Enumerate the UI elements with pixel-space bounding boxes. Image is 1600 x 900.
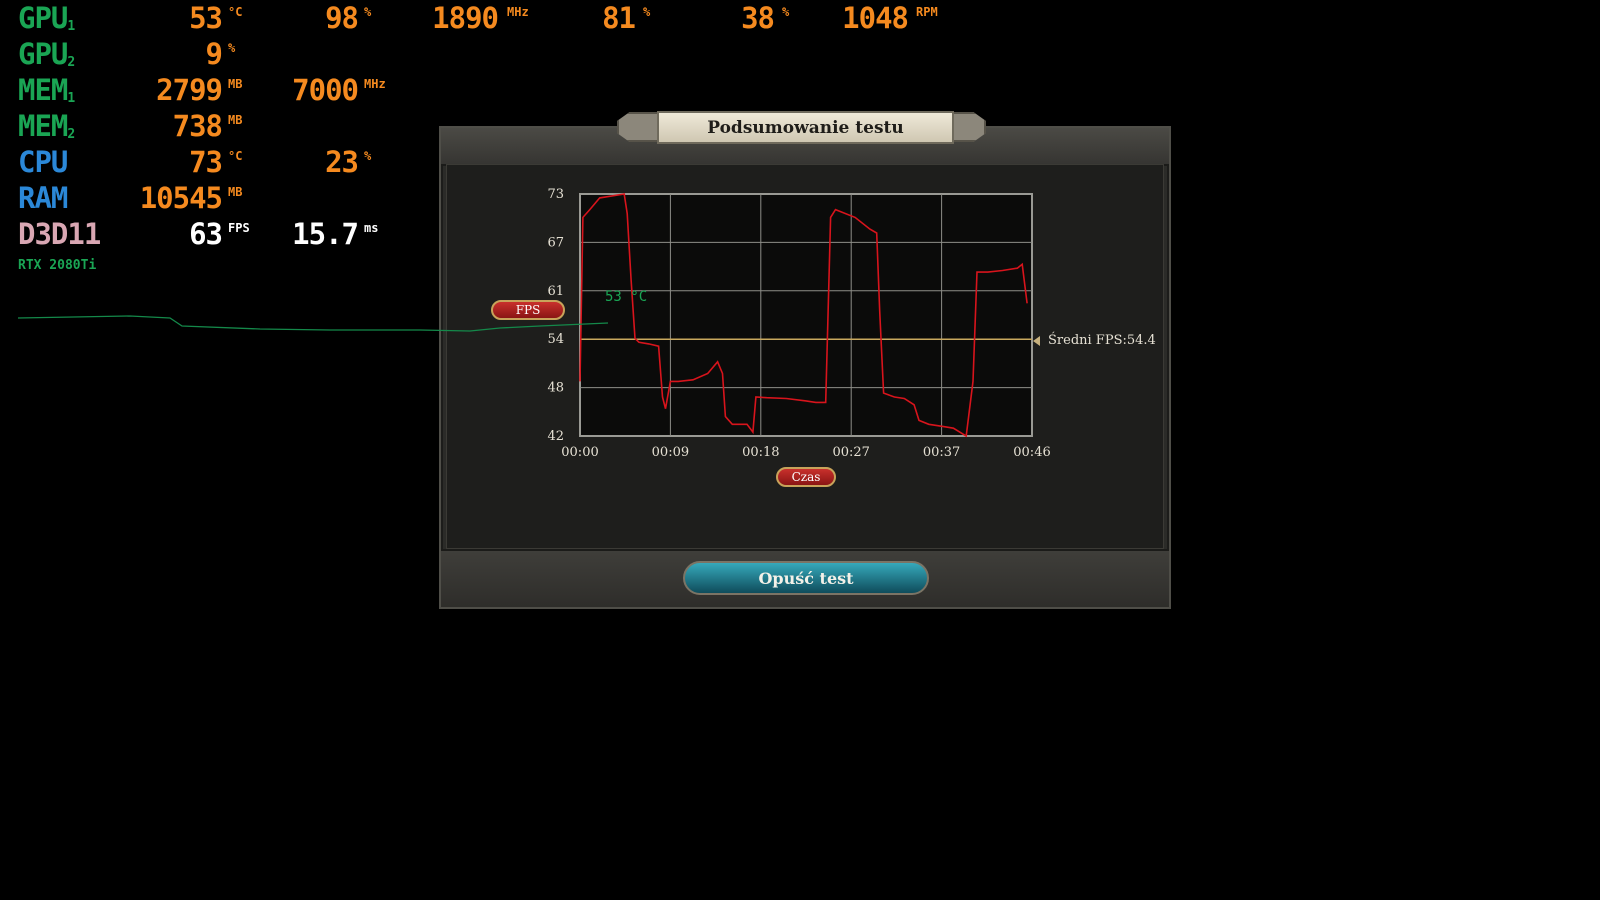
y-axis-badge: FPS [491,300,565,320]
y-tick-label: 42 [547,429,564,444]
y-tick-label: 54 [547,332,564,347]
fps-chart: 73 67 61 54 48 42 00:00 00:09 00:18 00:27 00:37 00… [17,187,1051,460]
x-tick-label: 00:18 [742,445,779,460]
x-tick-label: 00:46 [1013,445,1050,460]
x-tick-label: 00:37 [923,445,960,460]
exit-benchmark-button[interactable]: Opuść test [683,561,929,595]
y-tick-label: 61 [547,284,564,299]
y-tick-label: 73 [547,187,564,202]
x-tick-label: 00:27 [832,445,869,460]
average-pointer-icon [1033,336,1040,346]
average-fps-label: Średni FPS:54.4 [1048,333,1156,348]
plot-area [579,193,1033,437]
y-tick-label: 67 [547,235,564,250]
x-tick-label: 00:09 [652,445,689,460]
y-tick-label: 48 [547,381,564,396]
x-axis-badge: Czas [776,467,836,487]
x-tick-label: 00:00 [561,445,598,460]
gpu-temp-graph-label: 53 °C [605,289,648,305]
